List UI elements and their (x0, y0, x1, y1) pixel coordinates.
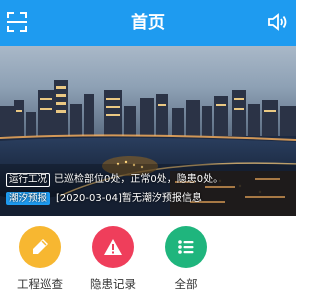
tide-forecast: 潮汐预报 [2020-03-04]暂无潮汐预报信息 (6, 189, 296, 205)
banner-carousel[interactable]: 运行工况 已巡检部位0处，正常0处，隐患0处。 潮汐预报 [2020-03-04]暂… (0, 46, 296, 216)
notice-text: 已巡检部位0处，正常0处，隐患0处。 (54, 174, 224, 185)
all-icon-circle (165, 226, 207, 268)
volume-button[interactable] (266, 10, 290, 34)
pencil-icon (33, 239, 48, 254)
tide-tag: 潮汐预报 (6, 192, 51, 205)
inspection-icon-circle (19, 226, 61, 268)
action-label: 工程巡查 (17, 277, 63, 291)
top-bar: 首页 (0, 0, 296, 46)
quick-actions: 工程巡查 隐患记录 全部 (0, 216, 296, 294)
action-hazard-record[interactable]: 隐患记录 (73, 226, 153, 292)
action-label: 隐患记录 (90, 277, 136, 291)
tide-text: [2020-03-04]暂无潮汐预报信息 (56, 193, 202, 204)
warning-icon (104, 239, 122, 255)
page-title: 首页 (131, 13, 165, 33)
list-icon (178, 240, 194, 254)
volume-icon (268, 13, 287, 31)
action-all[interactable]: 全部 (146, 226, 226, 292)
action-label: 全部 (174, 277, 198, 291)
hazard-icon-circle (92, 226, 134, 268)
action-inspection[interactable]: 工程巡查 (0, 226, 80, 292)
notice-tag: 运行工况 (6, 173, 51, 187)
inspection-notice: 运行工况 已巡检部位0处，正常0处，隐患0处。 (6, 170, 296, 187)
